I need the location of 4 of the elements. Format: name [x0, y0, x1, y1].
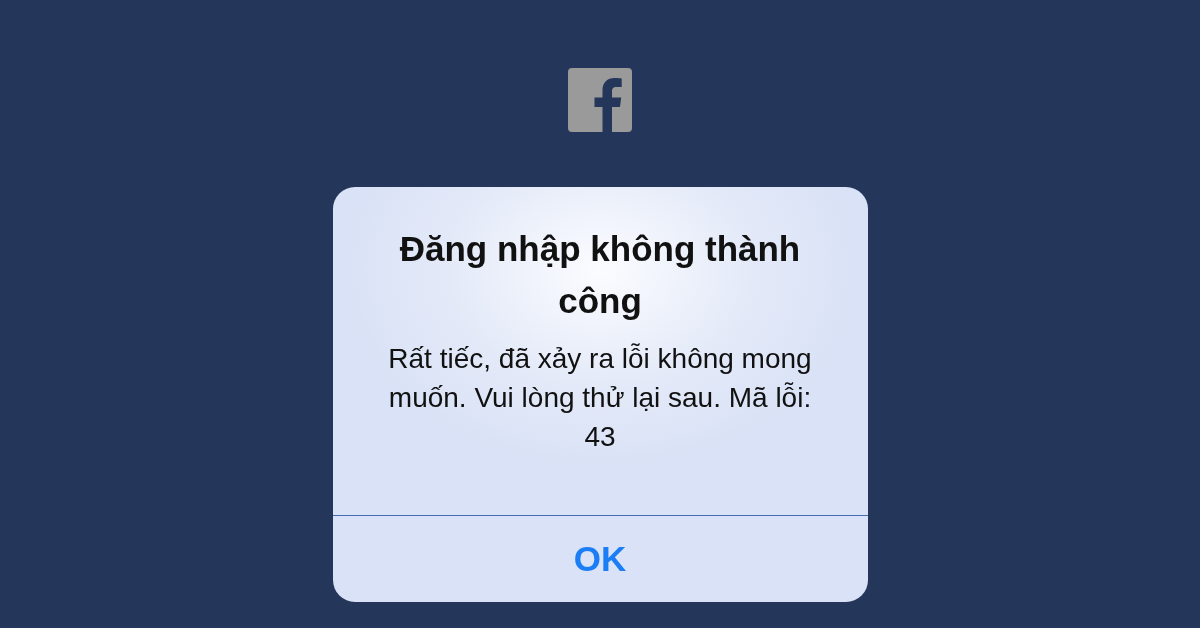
- alert-message: Rất tiếc, đã xảy ra lỗi không mong muốn. Vui lòng thử lại sau. Mã lỗi: 43: [387, 342, 813, 454]
- alert-title: Đăng nhập không thành công: [398, 228, 802, 322]
- app-logo-icon: [568, 68, 632, 132]
- ok-button[interactable]: OK: [332, 515, 868, 602]
